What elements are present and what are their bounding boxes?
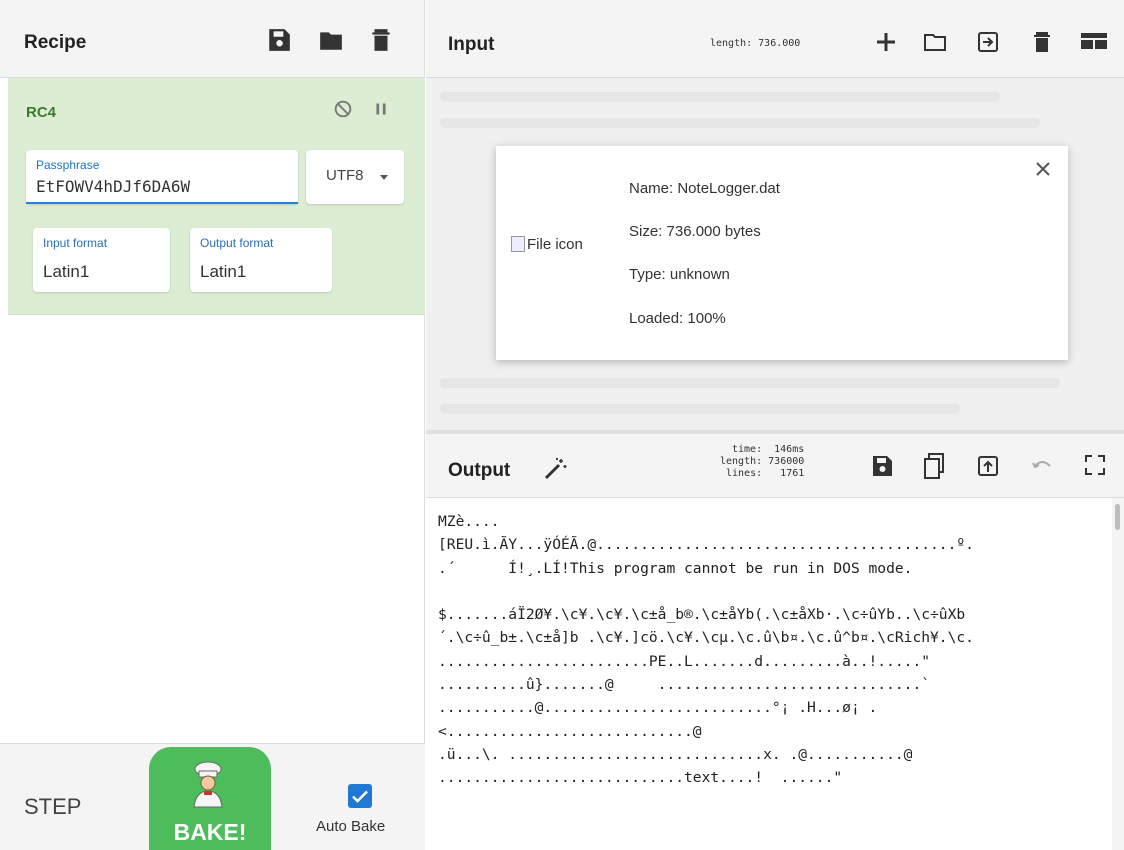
output-line: [REU.ì.ÃY...ÿÓÉÃ.@......................… bbox=[438, 536, 974, 554]
trash-icon[interactable] bbox=[368, 27, 394, 53]
bake-label: BAKE! bbox=[173, 819, 247, 845]
passphrase-underline bbox=[26, 202, 298, 204]
input-format-value: Latin1 bbox=[43, 262, 90, 281]
maximize-icon[interactable] bbox=[1084, 454, 1106, 476]
step-button[interactable]: STEP bbox=[24, 794, 81, 820]
file-type: Type: unknown bbox=[629, 266, 730, 283]
pause-icon[interactable] bbox=[370, 98, 392, 120]
output-line: ............................text....! ..… bbox=[438, 769, 843, 787]
open-folder-icon[interactable] bbox=[922, 30, 948, 54]
output-scrollbar[interactable] bbox=[1112, 498, 1124, 850]
recipe-panel: Recipe RC4 Passphrase EtFOWV4hDJf6DA6W U… bbox=[0, 0, 425, 850]
output-line: $.......áÏ2Ø¥.\c¥.\c¥.\c±å_b®.\c±åYb(.\c… bbox=[438, 606, 966, 624]
layout-icon[interactable] bbox=[1080, 30, 1108, 52]
output-line: ´.\c÷û_b±.\c±å]b .\c¥.]cö.\c¥.\cµ.\c.û\b… bbox=[438, 629, 974, 647]
encoding-select[interactable]: UTF8 bbox=[306, 150, 404, 204]
output-header: Output time: 146ms length: 736000 lines:… bbox=[426, 434, 1124, 498]
output-line: .´ Í!¸.LÍ!This program cannot be run in … bbox=[438, 559, 913, 577]
output-line: ........................PE..L.......d...… bbox=[438, 652, 931, 670]
file-loaded: Loaded: 100% bbox=[629, 310, 726, 327]
input-format-field[interactable]: Input format Latin1 bbox=[33, 228, 170, 292]
output-line: MZè.... bbox=[438, 513, 500, 530]
output-format-field[interactable]: Output format Latin1 bbox=[190, 228, 332, 292]
output-line: ..........û}.......@ ...................… bbox=[438, 676, 931, 694]
output-panel: Output time: 146ms length: 736000 lines:… bbox=[426, 434, 1124, 850]
output-length: length: 736000 bbox=[720, 456, 805, 467]
recipe-title: Recipe bbox=[24, 32, 87, 53]
output-title: Output bbox=[448, 460, 511, 481]
output-line: .ü...\. .............................x. … bbox=[438, 745, 913, 763]
encoding-value: UTF8 bbox=[326, 167, 364, 184]
operation-rc4: RC4 Passphrase EtFOWV4hDJf6DA6W UTF8 Inp… bbox=[8, 78, 425, 315]
clear-input-icon[interactable] bbox=[1030, 29, 1054, 55]
file-size: Size: 736.000 bytes bbox=[629, 223, 761, 240]
passphrase-input[interactable]: EtFOWV4hDJf6DA6W bbox=[36, 177, 190, 196]
output-line: <............................@ bbox=[438, 722, 702, 740]
operation-title: RC4 bbox=[26, 104, 57, 121]
disable-icon[interactable] bbox=[332, 98, 354, 120]
file-details-card: File icon Name: NoteLogger.dat Size: 736… bbox=[496, 146, 1068, 360]
recipe-header: Recipe bbox=[0, 0, 424, 78]
output-format-value: Latin1 bbox=[200, 262, 247, 281]
input-header: Input length: 736.000 bbox=[426, 0, 1124, 78]
close-icon[interactable] bbox=[1034, 160, 1052, 178]
input-panel: Input length: 736.000 File icon Name: No… bbox=[426, 0, 1124, 430]
copy-icon[interactable] bbox=[922, 452, 946, 480]
chef-icon bbox=[193, 761, 223, 808]
auto-bake-checkbox[interactable] bbox=[348, 784, 372, 808]
save-output-icon[interactable] bbox=[870, 454, 894, 478]
output-format-label: Output format bbox=[200, 236, 274, 250]
replace-input-icon[interactable] bbox=[976, 454, 1000, 478]
passphrase-label: Passphrase bbox=[36, 158, 100, 172]
file-icon-alt: File icon bbox=[527, 236, 583, 253]
output-textarea[interactable]: MZè.... [REU.ì.ÃY...ÿÓÉÃ.@..............… bbox=[426, 498, 1112, 850]
passphrase-field[interactable]: Passphrase EtFOWV4hDJf6DA6W bbox=[26, 150, 298, 204]
input-format-label: Input format bbox=[43, 236, 108, 250]
open-file-icon[interactable] bbox=[976, 30, 1000, 54]
auto-bake-label: Auto Bake bbox=[316, 818, 386, 835]
scrollbar-thumb[interactable] bbox=[1115, 504, 1120, 530]
input-length: length: 736.000 bbox=[710, 38, 801, 49]
check-icon bbox=[352, 790, 368, 803]
magic-wand-icon[interactable] bbox=[542, 456, 568, 482]
output-line: ...........@..........................°¡… bbox=[438, 699, 878, 717]
undo-icon[interactable] bbox=[1030, 454, 1054, 478]
input-textarea[interactable]: File icon Name: NoteLogger.dat Size: 736… bbox=[426, 78, 1124, 430]
output-time: time: 146ms bbox=[732, 444, 805, 455]
input-title: Input bbox=[448, 34, 495, 55]
folder-icon[interactable] bbox=[318, 27, 344, 53]
save-icon[interactable] bbox=[266, 27, 292, 53]
bake-button[interactable]: BAKE! bbox=[149, 747, 271, 850]
output-lines: lines: 1761 bbox=[726, 468, 805, 479]
add-tab-icon[interactable] bbox=[874, 30, 898, 54]
file-name: Name: NoteLogger.dat bbox=[629, 180, 780, 197]
bake-controls: STEP BAKE! Auto Bake bbox=[0, 743, 425, 850]
file-icon: File icon bbox=[511, 236, 583, 253]
chevron-down-icon bbox=[380, 175, 388, 180]
